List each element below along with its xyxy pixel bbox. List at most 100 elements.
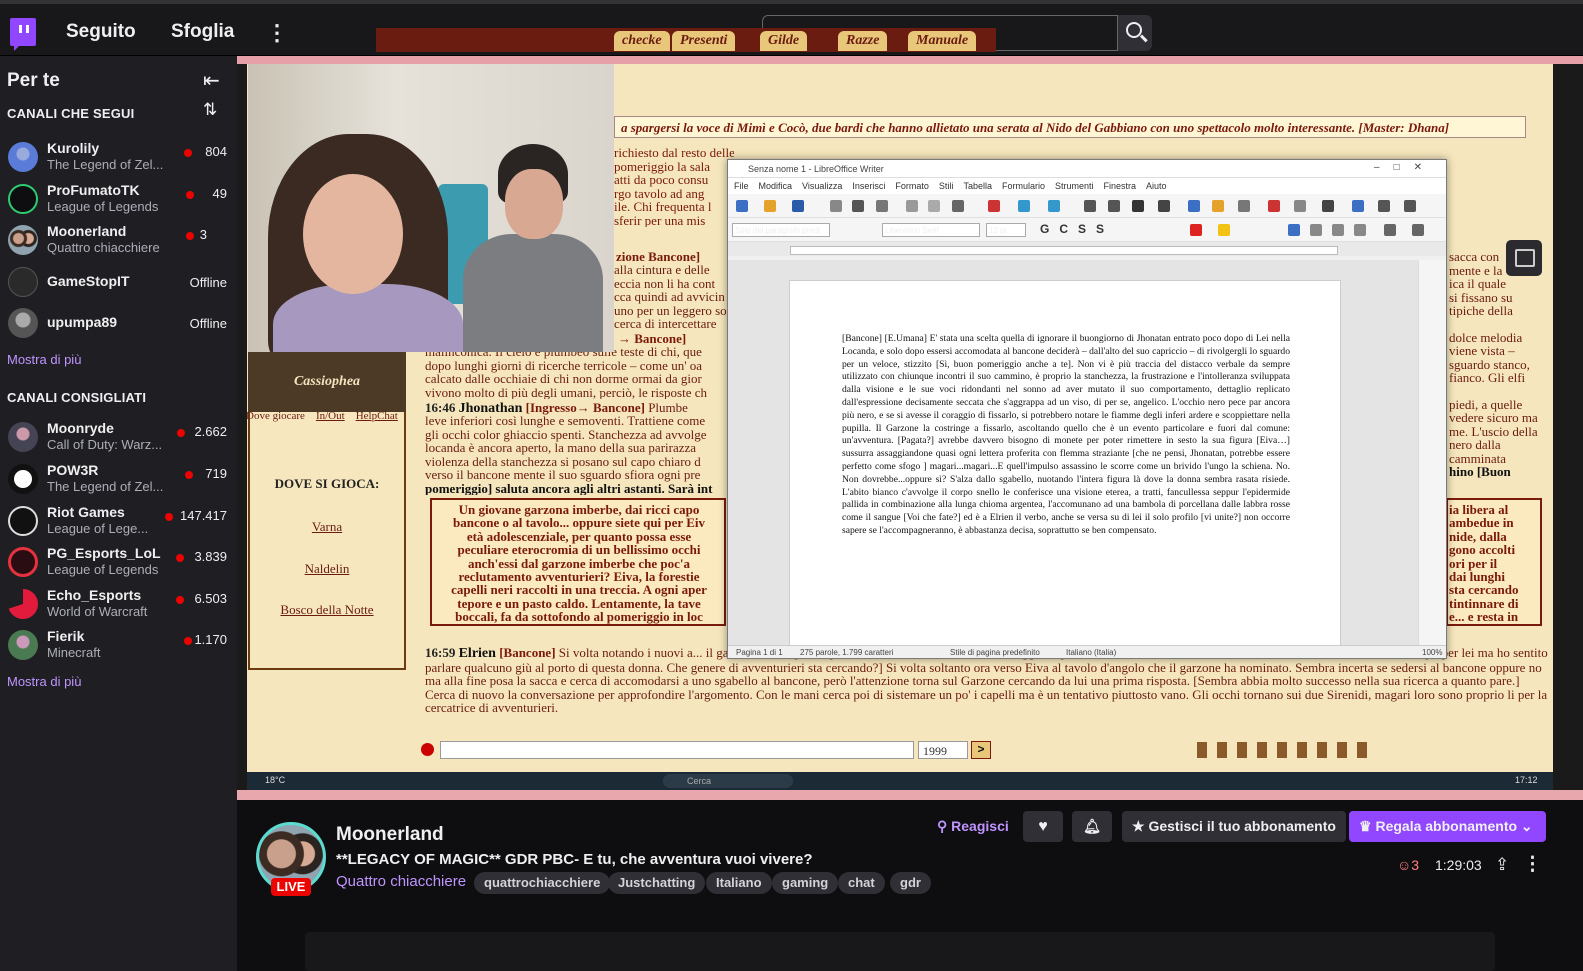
nav-browse-link[interactable]: Sfoglia: [171, 21, 234, 43]
stream-tag[interactable]: chat: [838, 872, 885, 894]
writer-title: Senza nome 1 - LibreOffice Writer: [748, 164, 884, 174]
game-year-field: 1999: [918, 741, 968, 759]
recommended-channel-moonryde[interactable]: Moonryde Call of Duty: Warz... 2.662: [0, 416, 237, 458]
game-text-col: leve inferiori così lunghe e semoventi. …: [425, 414, 713, 495]
game-text-col: richiesto dal resto delle pomeriggio la s…: [614, 146, 734, 227]
gift-subscription-button[interactable]: ♛ Regala abbonamento ⌄: [1349, 811, 1546, 842]
react-button[interactable]: ⚲ Reagisci: [927, 811, 1019, 842]
stream-tag[interactable]: Justchatting: [608, 872, 706, 894]
show-more-recommended-link[interactable]: Mostra di più: [7, 674, 81, 689]
recommended-channels-heading: CANALI CONSIGLIATI: [7, 390, 147, 405]
live-dot-icon: [184, 637, 192, 645]
game-send-button: >: [971, 741, 991, 759]
notifications-button[interactable]: 🔔︎: [1072, 811, 1112, 842]
avatar: [8, 630, 38, 660]
viewer-count: 2.662: [194, 424, 227, 439]
followed-channel-moonerland[interactable]: Moonerland Quattro chiacchiere 3: [0, 219, 237, 261]
twitch-logo-icon[interactable]: [10, 18, 36, 51]
live-badge: LIVE: [271, 878, 311, 896]
stream-tag[interactable]: Italiano: [706, 872, 772, 894]
game-tab: Razze: [838, 31, 888, 51]
text-format-icons: GCSS: [1040, 222, 1115, 236]
collapse-sidebar-icon[interactable]: ⇤: [203, 68, 220, 93]
sort-icon[interactable]: ⇅: [203, 100, 217, 120]
sidebar: Per te ⇤ CANALI CHE SEGUI ⇅ Kurolily The…: [0, 56, 237, 971]
more-options-icon[interactable]: ⋮: [266, 20, 288, 46]
channel-info-bar: LIVE Moonerland **LEGACY OF MAGIC** GDR …: [237, 800, 1583, 971]
font-size-select: 12 pt: [986, 223, 1026, 237]
live-dot-icon: [165, 513, 173, 521]
writer-title-bar: Senza nome 1 - LibreOffice Writer –□✕: [728, 160, 1446, 178]
live-dot-icon: [177, 429, 185, 437]
viewer-count: 1.170: [194, 632, 227, 647]
manage-subscription-button[interactable]: ★ Gestisci il tuo abbonamento: [1122, 811, 1346, 842]
font-name-select: Liberation Serif: [882, 223, 980, 237]
writer-standard-toolbar: [728, 194, 1446, 218]
viewer-count: 804: [205, 144, 227, 159]
viewers-icon: ☺: [1397, 857, 1412, 873]
followed-channel-gamestopit[interactable]: GameStopIT Offline: [0, 261, 237, 303]
stream-category-link[interactable]: Quattro chiacchiere: [336, 873, 466, 890]
show-more-followed-link[interactable]: Mostra di più: [7, 352, 81, 367]
character-name: Cassiophea: [293, 374, 361, 389]
master-announcement: a spargersi la voce di Mimì e Cocò, due …: [614, 116, 1526, 138]
location-link: Bosco della Notte: [280, 602, 374, 617]
stream-tag[interactable]: gaming: [772, 872, 839, 894]
channel-game: World of Warcraft: [47, 604, 148, 619]
recommended-channel-pow3r[interactable]: POW3R The Legend of Zel... 719: [0, 458, 237, 500]
channel-name: ProFumatoTK: [47, 182, 140, 198]
more-options-icon[interactable]: ⋮: [1523, 853, 1542, 876]
nav-followed-link[interactable]: Seguito: [66, 21, 136, 43]
live-dot-icon: [186, 232, 194, 240]
expand-player-icon[interactable]: [1506, 240, 1542, 276]
viewer-count: 3.839: [194, 549, 227, 564]
avatar: [8, 225, 38, 255]
live-dot-icon: [176, 554, 184, 562]
live-dot-icon: [176, 596, 184, 604]
search-button[interactable]: [1118, 15, 1152, 51]
channel-game: The Legend of Zel...: [47, 479, 164, 494]
channel-name: Echo_Esports: [47, 587, 142, 603]
channel-name[interactable]: Moonerland: [336, 824, 444, 846]
writer-document-text: [Bancone] [E.Umana] E' stata una scelta …: [842, 333, 1290, 536]
avatar: [8, 547, 38, 577]
game-text-col: alla cintura e delle eccia non li ha cont…: [614, 263, 726, 331]
stream-tag[interactable]: gdr: [890, 872, 931, 894]
avatar: [8, 589, 38, 619]
channel-game: League of Legends: [47, 562, 159, 577]
viewer-count: 3: [199, 227, 207, 242]
viewer-count: 147.417: [180, 508, 227, 523]
avatar: [8, 267, 38, 297]
channel-game: League of Legends: [47, 199, 159, 214]
channel-name: Moonryde: [47, 420, 114, 436]
game-text-col: malinconica. Il cielo è plumbeo sulle te…: [425, 345, 707, 399]
writer-sidebar: [1418, 260, 1446, 646]
stream-tag[interactable]: quattrochiacchiere: [474, 872, 611, 894]
game-left-menu: Dove giocare In/Out HelpChat: [246, 410, 398, 422]
webcam-overlay: [248, 64, 614, 352]
followed-channel-profumatotk[interactable]: ProFumatoTK League of Legends 49: [0, 178, 237, 220]
viewer-count: 719: [205, 466, 227, 481]
share-icon[interactable]: ⇪: [1495, 855, 1509, 875]
warning-icon: [421, 743, 434, 756]
viewer-count: 6.503: [194, 591, 227, 606]
recommended-channel-echo-esports[interactable]: Echo_Esports World of Warcraft 6.503: [0, 583, 237, 625]
channel-name: POW3R: [47, 462, 99, 478]
location-link: Varna: [311, 519, 343, 534]
followed-channels-heading: CANALI CHE SEGUI: [7, 106, 135, 121]
live-dot-icon: [184, 149, 192, 157]
channel-game: Minecraft: [47, 645, 101, 660]
game-toolbar-icons: [1197, 742, 1367, 758]
recommended-channel-pg-esports-lol[interactable]: PG_Esports_LoL League of Legends 3.839: [0, 541, 237, 583]
writer-page: [Bancone] [E.Umana] E' stata una scelta …: [789, 280, 1341, 650]
game-tab: Gilde: [760, 31, 808, 51]
follow-heart-button[interactable]: ♥: [1023, 811, 1063, 842]
stream-bottom-border: [237, 790, 1583, 800]
followed-channel-upumpa89[interactable]: upumpa89 Offline: [0, 302, 237, 344]
sidebar-title: Per te: [7, 70, 60, 91]
game-tab: Presenti: [672, 31, 736, 51]
recommended-channel-riot-games[interactable]: Riot Games League of Lege... 147.417: [0, 500, 237, 542]
recommended-channel-fierik[interactable]: Fierik Minecraft 1.170: [0, 624, 237, 666]
writer-ruler: [728, 242, 1446, 256]
followed-channel-kurolily[interactable]: Kurolily The Legend of Zel... 804: [0, 136, 237, 178]
